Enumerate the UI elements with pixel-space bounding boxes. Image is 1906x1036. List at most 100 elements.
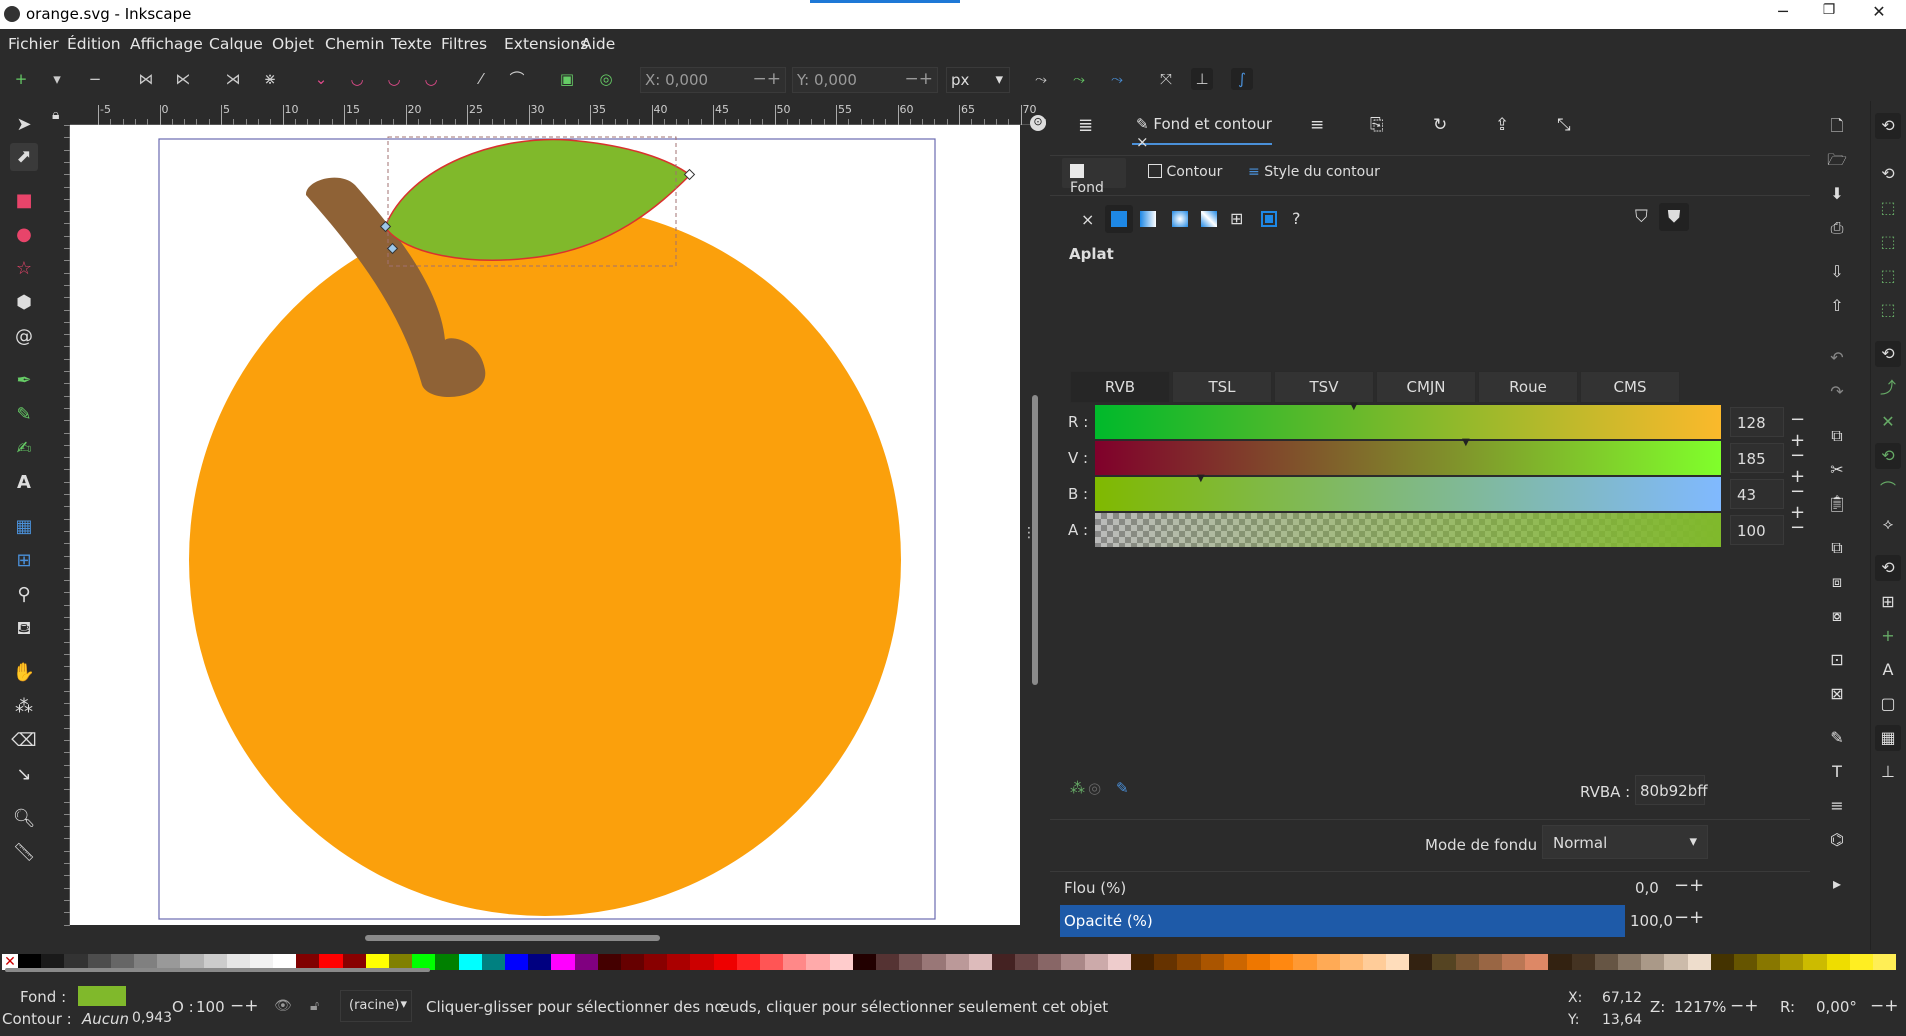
auto-smooth-node-icon[interactable]: ◡ xyxy=(420,68,442,90)
radial-gradient-icon[interactable] xyxy=(1172,211,1188,227)
ungroup-icon[interactable]: ⊠ xyxy=(1824,681,1850,707)
palette-swatch[interactable] xyxy=(551,954,575,970)
delete-node-icon[interactable]: − xyxy=(84,68,106,90)
spiral-tool-icon[interactable]: @ xyxy=(10,323,38,351)
zoom-corner-icon[interactable]: ⊙ xyxy=(1030,115,1046,131)
palette-scroll-thumb[interactable] xyxy=(5,968,430,972)
insert-node-icon[interactable]: + xyxy=(10,68,32,90)
palette-swatch[interactable] xyxy=(875,954,900,970)
palette-swatch[interactable] xyxy=(1293,954,1317,970)
tab-fill-stroke[interactable]: ✎ Fond et contour × xyxy=(1132,115,1272,151)
gradient-tool-icon[interactable]: ▦ xyxy=(10,513,38,541)
blend-mode-select[interactable]: Normal ▾ xyxy=(1542,825,1708,859)
stroke-width-value[interactable]: 0,943 xyxy=(132,1010,172,1026)
selector-tool-icon[interactable]: ➤ xyxy=(10,111,38,139)
snap-rotation-centers-icon[interactable]: + xyxy=(1875,623,1901,649)
duplicate-icon[interactable]: ⧉ xyxy=(1824,535,1850,561)
break-path-icon[interactable]: ⋉ xyxy=(172,68,194,90)
palette-swatch[interactable] xyxy=(504,954,529,970)
alpha-value[interactable]: 100 xyxy=(1730,515,1784,545)
open-file-icon[interactable]: 🗁︎ xyxy=(1824,147,1850,173)
palette-swatch[interactable] xyxy=(1316,954,1340,970)
curve-segment-icon[interactable]: ⌒ xyxy=(506,68,528,90)
snap-object-centers-icon[interactable]: ⊞ xyxy=(1875,589,1901,615)
palette-swatch[interactable] xyxy=(1362,954,1387,970)
more-commands-icon[interactable]: ▸ xyxy=(1824,871,1850,897)
palette-swatch[interactable] xyxy=(1826,954,1850,970)
palette-swatch[interactable] xyxy=(991,954,1016,970)
transform-panel-icon[interactable]: ↻ xyxy=(1433,115,1447,145)
show-path-outline-icon[interactable]: ⤳ xyxy=(1030,68,1052,90)
vertical-ruler[interactable] xyxy=(48,125,70,926)
snap-nodes-icon[interactable]: ⟲ xyxy=(1875,341,1901,367)
cut-icon[interactable]: ✂ xyxy=(1824,457,1850,483)
text-tool-icon[interactable]: A xyxy=(10,469,38,497)
unit-select[interactable]: px ▾ xyxy=(946,67,1010,93)
snap-bbox-icon[interactable]: ⟲ xyxy=(1875,161,1901,187)
palette-swatch[interactable] xyxy=(1038,954,1062,970)
palette-swatch[interactable] xyxy=(1757,954,1781,970)
zoom-tool-icon[interactable]: 🔍︎ xyxy=(10,805,38,833)
connector-tool-icon[interactable]: ↘ xyxy=(10,761,38,789)
palette-swatch[interactable] xyxy=(852,954,876,970)
palette-swatch[interactable] xyxy=(736,954,760,970)
menu-objet[interactable]: Objet xyxy=(272,35,314,53)
snap-others-icon[interactable]: ⟲ xyxy=(1875,555,1901,581)
no-paint-button[interactable]: × xyxy=(1081,210,1094,229)
rectangle-tool-icon[interactable]: ■ xyxy=(10,187,38,215)
fill-rule-evenodd-icon[interactable]: ⛉ xyxy=(1635,207,1648,227)
palette-swatch[interactable] xyxy=(1084,954,1108,970)
mesh-tool-icon[interactable]: ⊞ xyxy=(10,547,38,575)
palette-swatch[interactable] xyxy=(1131,954,1155,970)
fill-rule-nonzero-icon[interactable]: ⛊ xyxy=(1659,203,1689,231)
stroke-indicator-value[interactable]: Aucun xyxy=(82,1010,129,1028)
paste-icon[interactable]: 📋︎ xyxy=(1824,491,1850,517)
color-picker-icon[interactable]: ✎ xyxy=(1116,779,1129,797)
palette-swatch[interactable] xyxy=(713,954,737,970)
document-properties-icon[interactable]: ⎘ xyxy=(1370,115,1384,145)
palette-swatch[interactable] xyxy=(899,954,923,970)
vertical-scrollbar[interactable]: ⊙ ⋮ xyxy=(1020,115,1050,925)
copy-icon[interactable]: ⧉ xyxy=(1824,423,1850,449)
y-coordinate-field[interactable]: Y: 0,000 −+ xyxy=(792,67,938,93)
import-icon[interactable]: ⇩ xyxy=(1824,259,1850,285)
palette-swatch[interactable] xyxy=(1432,954,1456,970)
palette-swatch[interactable] xyxy=(968,954,992,970)
drawing-canvas[interactable] xyxy=(70,125,1020,925)
menu-filtres[interactable]: Filtres xyxy=(441,35,487,53)
path-effect-icon[interactable]: ⤳ xyxy=(1106,68,1128,90)
fill-tab[interactable]: Fond xyxy=(1062,158,1126,196)
cusp-node-icon[interactable]: ⌄ xyxy=(310,68,332,90)
snap-bbox-centers-icon[interactable]: ⬚ xyxy=(1875,297,1901,323)
opacity-stepper-icon[interactable]: −+ xyxy=(1674,907,1704,928)
snap-page-border-icon[interactable]: ▢ xyxy=(1875,691,1901,717)
transform-handles-icon[interactable]: ⤧ xyxy=(1155,68,1177,90)
palette-swatch[interactable] xyxy=(458,954,482,970)
zoom-stepper-icon[interactable]: −+ xyxy=(1730,996,1759,1016)
horizontal-ruler[interactable]: -5 0 5 10 15 20 25 30 35 40 45 50 55 60 65 70 xyxy=(70,101,1071,125)
menu-fichier[interactable]: Fichier xyxy=(8,35,59,53)
measure-tool-icon[interactable]: 📏︎ xyxy=(10,839,38,867)
swatch-icon[interactable] xyxy=(1261,211,1277,227)
dock-menu-icon[interactable]: ≣ xyxy=(1078,115,1093,145)
tweak-tool-icon[interactable]: ✋ xyxy=(10,659,38,687)
alpha-stepper-icon[interactable]: − xyxy=(1790,517,1805,538)
ellipse-tool-icon[interactable]: ● xyxy=(10,221,38,249)
zoom-value[interactable]: 1217% xyxy=(1674,998,1726,1016)
palette-swatch[interactable] xyxy=(1733,954,1758,970)
palette-swatch[interactable] xyxy=(1571,954,1595,970)
blur-stepper-icon[interactable]: −+ xyxy=(1674,875,1704,896)
close-button[interactable]: ✕ xyxy=(1856,2,1902,26)
rotation-value[interactable]: 0,00° xyxy=(1816,998,1857,1016)
snap-bbox-midpoints-icon[interactable]: ⬚ xyxy=(1875,263,1901,289)
palette-swatch[interactable] xyxy=(1455,954,1479,970)
opacity-stepper-icon[interactable]: −+ xyxy=(230,996,259,1016)
palette-swatch[interactable] xyxy=(1478,954,1502,970)
palette-swatch[interactable] xyxy=(1177,954,1201,970)
snap-text-baseline-icon[interactable]: A xyxy=(1875,657,1901,683)
show-clip-path-icon[interactable]: ∫ xyxy=(1231,68,1253,90)
pen-tool-icon[interactable]: ✒ xyxy=(10,367,38,395)
palette-swatch[interactable] xyxy=(1849,954,1873,970)
blue-slider[interactable]: ▼ xyxy=(1095,473,1721,511)
insert-node-dropdown-icon[interactable]: ▾ xyxy=(46,68,68,90)
